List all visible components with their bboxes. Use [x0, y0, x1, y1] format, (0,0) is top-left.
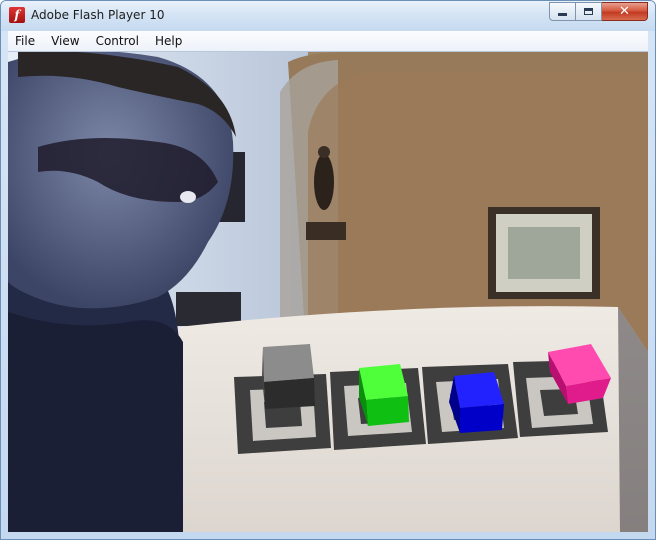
menu-file[interactable]: File [8, 31, 43, 51]
maximize-icon [584, 8, 593, 15]
flash-player-window: f Adobe Flash Player 10 ✕ File View Cont… [0, 0, 656, 540]
minimize-button[interactable] [549, 2, 576, 21]
menu-bar: File View Control Help [8, 31, 648, 52]
webcam-scene [8, 52, 648, 532]
green-cube [359, 364, 409, 426]
title-bar[interactable]: f Adobe Flash Player 10 ✕ [1, 1, 655, 31]
window-title: Adobe Flash Player 10 [31, 8, 165, 22]
flash-stage[interactable] [8, 52, 648, 532]
menu-view[interactable]: View [43, 31, 87, 51]
maximize-button[interactable] [576, 2, 602, 21]
close-button[interactable]: ✕ [602, 2, 648, 21]
minimize-icon [558, 13, 567, 16]
menu-help[interactable]: Help [147, 31, 190, 51]
blue-cube [449, 372, 504, 433]
close-icon: ✕ [619, 4, 630, 19]
gray-cube [262, 344, 315, 409]
menu-control[interactable]: Control [88, 31, 147, 51]
flash-player-icon[interactable]: f [9, 7, 25, 23]
